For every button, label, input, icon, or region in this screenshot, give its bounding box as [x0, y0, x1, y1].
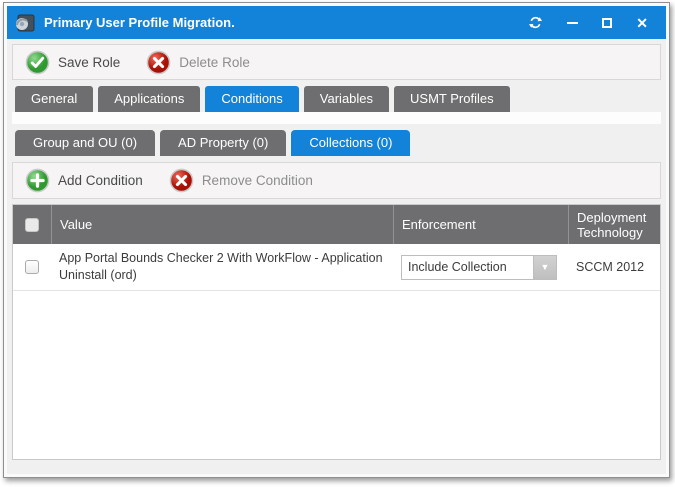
window-controls: ✕: [528, 15, 656, 30]
app-icon: [15, 13, 35, 33]
chevron-down-icon[interactable]: ▼: [533, 256, 556, 279]
collections-grid: Value Enforcement Deployment Technology …: [12, 204, 661, 460]
save-role-button[interactable]: Save Role: [25, 50, 120, 75]
condition-tab-strip: Group and OU (0) AD Property (0) Collect…: [12, 130, 661, 156]
save-role-label: Save Role: [58, 55, 120, 70]
table-row: App Portal Bounds Checker 2 With WorkFlo…: [13, 244, 660, 291]
refresh-icon[interactable]: [528, 15, 543, 30]
delete-role-label: Delete Role: [179, 55, 250, 70]
save-check-icon: [25, 50, 50, 75]
window-title: Primary User Profile Migration.: [44, 15, 528, 30]
enforcement-dropdown[interactable]: Include Collection ▼: [401, 255, 557, 280]
title-bar: Primary User Profile Migration. ✕: [7, 6, 666, 39]
tab-ad-property[interactable]: AD Property (0): [160, 130, 286, 156]
remove-x-icon: [169, 168, 194, 193]
header-select-all-cell: [13, 205, 51, 244]
row-deployment-text: SCCM 2012: [576, 260, 644, 274]
dialog-content: Save Role Delete Role General Applicatio…: [7, 39, 666, 474]
tab-collections[interactable]: Collections (0): [291, 130, 410, 156]
row-checkbox[interactable]: [25, 260, 39, 274]
maximize-icon: [602, 18, 612, 28]
tab-conditions[interactable]: Conditions: [205, 86, 298, 112]
add-plus-icon: [25, 168, 50, 193]
delete-x-icon: [146, 50, 171, 75]
row-deployment-cell: SCCM 2012: [568, 244, 660, 290]
tab-applications[interactable]: Applications: [98, 86, 200, 112]
minimize-icon: [567, 22, 578, 24]
remove-condition-button[interactable]: Remove Condition: [169, 168, 313, 193]
row-value-text: App Portal Bounds Checker 2 With WorkFlo…: [59, 250, 387, 284]
row-checkbox-cell: [13, 244, 51, 290]
grid-header: Value Enforcement Deployment Technology: [13, 205, 660, 244]
condition-toolbar: Add Condition Remove Condition: [12, 162, 661, 199]
close-button[interactable]: ✕: [636, 16, 648, 30]
header-enforcement[interactable]: Enforcement: [393, 205, 568, 244]
tab-general[interactable]: General: [15, 86, 93, 112]
delete-role-button[interactable]: Delete Role: [146, 50, 250, 75]
minimize-button[interactable]: [567, 22, 578, 24]
grid-empty-area: [13, 291, 660, 459]
tab-variables[interactable]: Variables: [304, 86, 389, 112]
role-toolbar: Save Role Delete Role: [12, 44, 661, 80]
remove-condition-label: Remove Condition: [202, 173, 313, 188]
row-value-cell: App Portal Bounds Checker 2 With WorkFlo…: [51, 244, 393, 290]
tab-usmt-profiles[interactable]: USMT Profiles: [394, 86, 510, 112]
enforcement-dropdown-value: Include Collection: [402, 256, 533, 279]
main-tab-strip: General Applications Conditions Variable…: [12, 86, 661, 112]
row-enforcement-cell: Include Collection ▼: [393, 244, 568, 290]
header-value[interactable]: Value: [51, 205, 393, 244]
select-all-checkbox[interactable]: [25, 218, 39, 232]
add-condition-button[interactable]: Add Condition: [25, 168, 143, 193]
add-condition-label: Add Condition: [58, 173, 143, 188]
header-deployment-technology[interactable]: Deployment Technology: [568, 205, 660, 244]
dialog-window: Primary User Profile Migration. ✕: [3, 2, 670, 478]
maximize-button[interactable]: [602, 18, 612, 28]
tab-panel-strip: [12, 112, 661, 124]
tab-group-and-ou[interactable]: Group and OU (0): [15, 130, 155, 156]
